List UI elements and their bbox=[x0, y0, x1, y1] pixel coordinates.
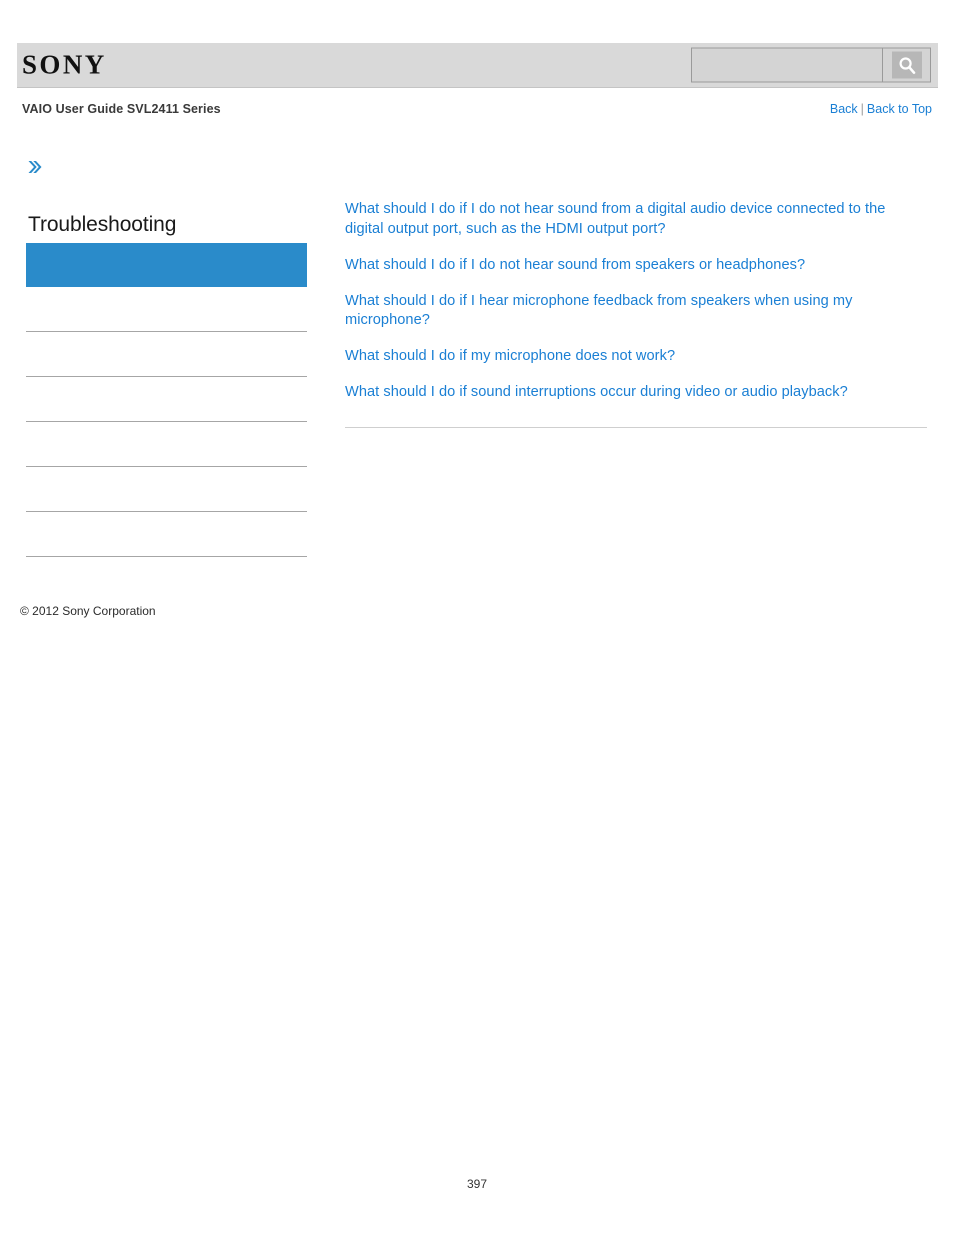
search-button[interactable] bbox=[882, 48, 930, 82]
search-icon bbox=[891, 51, 922, 79]
faq-link[interactable]: What should I do if my microphone does n… bbox=[345, 347, 927, 367]
faq-link[interactable]: What should I do if I do not hear sound … bbox=[345, 200, 927, 240]
nav-separator: | bbox=[860, 102, 864, 116]
back-link[interactable]: Back bbox=[830, 102, 858, 116]
sidebar-item[interactable] bbox=[26, 332, 307, 378]
sidebar-item[interactable] bbox=[26, 512, 307, 558]
faq-link[interactable]: What should I do if I do not hear sound … bbox=[345, 256, 927, 276]
sidebar-item[interactable] bbox=[26, 467, 307, 513]
search-box bbox=[691, 47, 931, 83]
sony-logo: SONY bbox=[22, 49, 107, 80]
faq-link[interactable]: What should I do if I hear microphone fe… bbox=[345, 292, 927, 332]
sidebar-item-selected[interactable] bbox=[26, 243, 307, 288]
faq-link[interactable]: What should I do if sound interruptions … bbox=[345, 383, 927, 403]
header-nav-links: Back | Back to Top bbox=[830, 102, 932, 116]
sidebar: Troubleshooting bbox=[26, 158, 308, 558]
content-divider bbox=[345, 426, 927, 428]
breadcrumb: VAIO User Guide SVL2411 Series Back | Back… bbox=[22, 102, 932, 120]
sidebar-heading: Troubleshooting bbox=[28, 213, 177, 236]
site-header: SONY bbox=[17, 43, 938, 88]
page-number: 397 bbox=[466, 1177, 488, 1191]
back-to-top-link[interactable]: Back to Top bbox=[867, 102, 932, 116]
main-content: What should I do if I do not hear sound … bbox=[345, 200, 927, 428]
sidebar-item[interactable] bbox=[26, 422, 307, 468]
copyright-text: © 2012 Sony Corporation bbox=[20, 604, 156, 618]
double-chevron-right-icon bbox=[26, 158, 44, 176]
page-title: VAIO User Guide SVL2411 Series bbox=[22, 102, 221, 116]
sidebar-item[interactable] bbox=[26, 287, 307, 333]
sidebar-item[interactable] bbox=[26, 377, 307, 423]
search-input[interactable] bbox=[692, 48, 882, 82]
